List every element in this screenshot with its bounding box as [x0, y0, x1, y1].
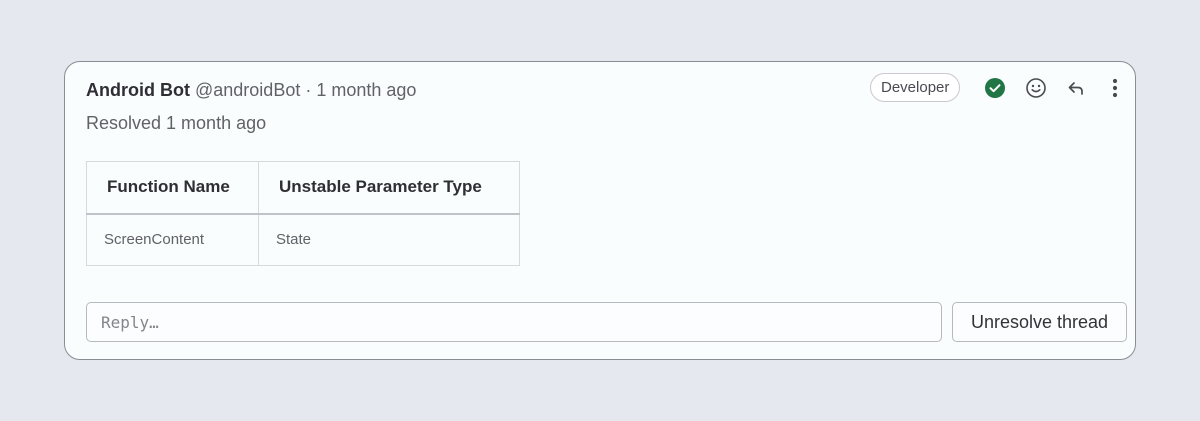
vertical-ellipsis-icon[interactable]	[1103, 76, 1127, 100]
header-separator: ·	[305, 80, 312, 100]
author-handle[interactable]: @androidBot	[195, 80, 300, 100]
smiley-icon[interactable]	[1024, 76, 1048, 100]
note-actions: Developer	[855, 73, 1135, 103]
unresolve-thread-button[interactable]: Unresolve thread	[952, 302, 1127, 342]
reply-arrow-icon[interactable]	[1064, 76, 1088, 100]
reply-input[interactable]	[86, 302, 942, 342]
role-badge: Developer	[870, 73, 961, 102]
cell-function-name: ScreenContent	[86, 213, 259, 266]
note-timestamp[interactable]: 1 month ago	[316, 80, 416, 100]
resolved-status: Resolved 1 month ago	[86, 113, 267, 133]
cell-param-type: State	[258, 213, 520, 266]
check-circle-icon[interactable]	[983, 76, 1007, 100]
table-row: ScreenContent State	[86, 213, 520, 266]
column-header-function-name: Function Name	[86, 161, 259, 215]
table-header-row: Function Name Unstable Parameter Type	[86, 161, 520, 215]
discussion-note: Android Bot @androidBot · 1 month ago Re…	[64, 61, 1136, 360]
unstable-params-table: Function Name Unstable Parameter Type Sc…	[86, 161, 520, 266]
note-header: Android Bot @androidBot · 1 month ago	[86, 79, 416, 101]
column-header-param-type: Unstable Parameter Type	[258, 161, 520, 215]
author-name[interactable]: Android Bot	[86, 80, 190, 100]
